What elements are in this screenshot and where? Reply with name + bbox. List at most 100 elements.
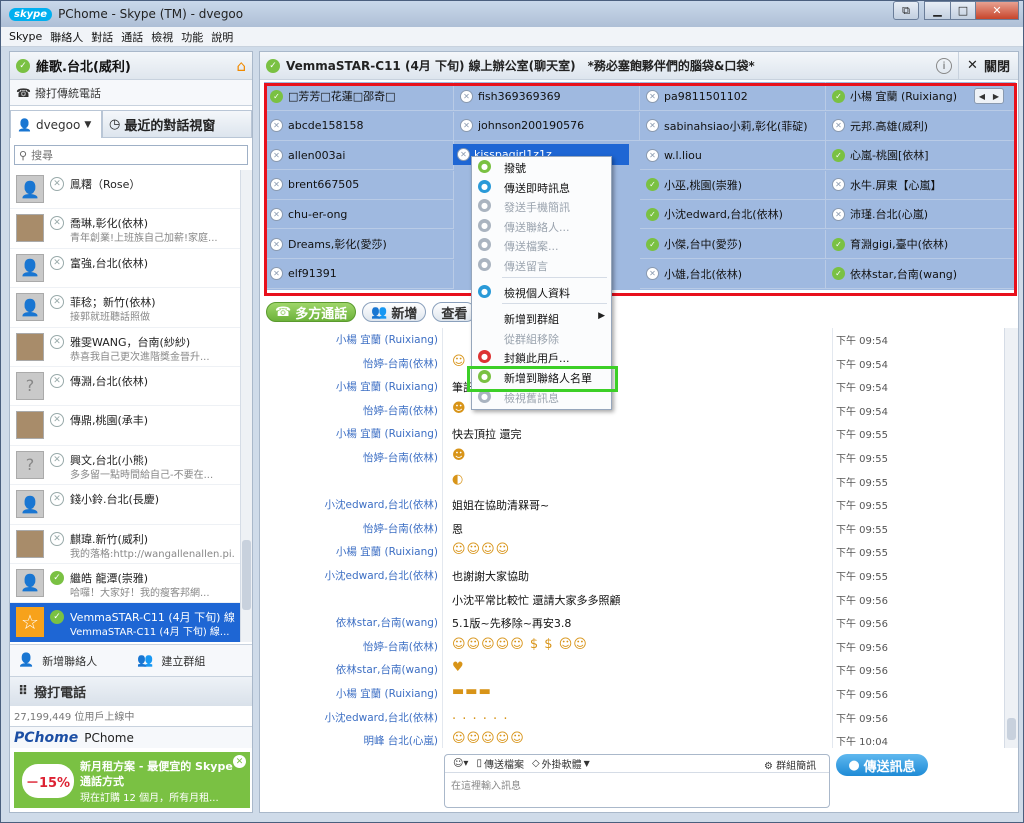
message-sender[interactable]: 小楊 宜蘭 (Ruixiang) — [336, 544, 438, 559]
send-file-button[interactable]: 傳送檔案 — [484, 756, 524, 771]
participant-item[interactable]: ✓ 小沈edward,台北(依林) — [640, 200, 826, 230]
menu-item[interactable]: 說明 — [211, 29, 233, 45]
emoticon-icon[interactable]: ☺▾ — [453, 758, 468, 769]
menu-item[interactable]: 對話 — [91, 29, 113, 45]
message-sender[interactable]: 怡婷-台南(依林) — [363, 356, 438, 371]
close-icon[interactable]: ✕ — [233, 755, 246, 768]
participant-item[interactable]: ✕ w.l.liou — [640, 141, 826, 171]
search-input[interactable] — [31, 148, 232, 162]
contact-item[interactable]: 👤 ✕ 鳯糬（Rose） — [10, 170, 240, 210]
chat-title[interactable]: VemmaSTAR-C11 (4月 下旬) 線上辦公室(聊天室) *務必塞飽夥伴… — [286, 57, 755, 74]
participant-item[interactable]: ✕ brent667505 — [264, 170, 454, 200]
contact-item[interactable]: 👤 ✕ 錢小鈴.台北(長慶) — [10, 485, 240, 525]
participant-item[interactable]: ✕ johnson200190576 — [454, 111, 640, 141]
tab-contacts[interactable]: 👤 dvegoo ▼ — [10, 110, 102, 138]
view-button[interactable]: 查看 — [432, 302, 477, 322]
menu-item[interactable]: Skype — [9, 30, 42, 43]
maximize-button[interactable]: □ — [950, 1, 976, 20]
participant-item[interactable]: ✓ □芳芳□花蓮□邵奇□ — [264, 82, 454, 111]
message-list[interactable]: 小楊 宜蘭 (Ruixiang) 下午 09:54 怡婷-台南(依林) ☺ 下午 09:… — [260, 328, 1002, 748]
participant-pager[interactable]: ◀ ▶ — [974, 88, 1004, 104]
participant-item[interactable]: ✓ 小巫,桃園(崇雅) — [640, 170, 826, 200]
contact-item[interactable]: 👤 ✕ 富強,台北(依林) — [10, 249, 240, 289]
context-menu-item[interactable]: ● 發送手機簡訊 — [472, 196, 611, 216]
home-icon[interactable]: ⌂ — [236, 57, 246, 75]
contact-item[interactable]: ? ✕ 興文,台北(小熊) 多多留一點時間給自己-不要在... — [10, 446, 240, 486]
close-window-button[interactable]: ✕ — [975, 1, 1019, 20]
add-contact-button[interactable]: 新增聯絡人 — [42, 653, 97, 669]
status-row[interactable]: ✓ 維歌.台北(威利) ⌂ — [10, 52, 252, 80]
message-sender[interactable]: 小楊 宜蘭 (Ruixiang) — [336, 686, 438, 701]
make-call-row[interactable]: ⠿ 撥打電話 — [10, 676, 252, 706]
message-sender[interactable]: 小楊 宜蘭 (Ruixiang) — [336, 379, 438, 394]
contact-item[interactable]: 👤 ✓ 繼皓 龍潭(崇雅) 哈囉！大家好！我的瘦客邦網... — [10, 564, 240, 604]
contact-item[interactable]: ✕ 傳鼎,桃園(承丰) — [10, 406, 240, 446]
contact-item[interactable]: 👤 ✕ 菲稔；新竹(依林) 接郭就班聽話照做 — [10, 288, 240, 328]
participant-item[interactable]: ✕ 元邦.高雄(威利) — [826, 111, 1016, 141]
participant-item[interactable]: ✕ pa9811501102 — [640, 82, 826, 111]
context-menu-item[interactable]: ● 傳送即時訊息 — [472, 177, 611, 197]
message-sender[interactable]: 小沈edward,台北(依林) — [325, 497, 438, 512]
message-sender[interactable]: 小沈edward,台北(依林) — [325, 568, 438, 583]
participant-item[interactable]: ✕ 小雄,台北(依林) — [640, 259, 826, 289]
message-sender[interactable]: 怡婷-台南(依林) — [363, 450, 438, 465]
participant-item[interactable]: ✓ 依林star,台南(wang) — [826, 259, 1016, 289]
minimize-button[interactable]: ▁ — [924, 1, 951, 20]
plugin-icon[interactable]: ◇ — [532, 758, 540, 769]
message-sender[interactable]: 小楊 宜蘭 (Ruixiang) — [336, 332, 438, 347]
pchome-row[interactable]: PChome PChome — [10, 726, 252, 748]
participant-item[interactable]: ✕ fish369369369 — [454, 82, 640, 111]
menu-item[interactable]: 功能 — [181, 29, 203, 45]
call-landline-row[interactable]: ☎ 撥打傳統電話 — [10, 80, 252, 106]
message-sender[interactable]: 小沈edward,台北(依林) — [325, 710, 438, 725]
message-sender[interactable]: 明峰 台北(心嵐) — [363, 733, 438, 748]
context-menu-item[interactable]: ● 傳送聯絡人... — [472, 216, 611, 236]
context-menu-item[interactable]: 新增到群組 ▶ — [472, 308, 611, 328]
context-menu-item[interactable]: ● 新增到聯絡人名單 — [472, 367, 611, 387]
participant-item[interactable]: ✕ chu-er-ong — [264, 200, 454, 230]
create-group-button[interactable]: 建立群組 — [161, 653, 205, 669]
message-scrollbar[interactable] — [1004, 328, 1018, 748]
participant-item[interactable]: ✕ allen003ai — [264, 141, 454, 171]
contact-scrollbar[interactable] — [240, 170, 252, 642]
participant-item[interactable]: ✕ sabinahsiao小莉,彰化(菲碇) — [640, 111, 826, 141]
participant-item[interactable]: ✕ elf91391 — [264, 259, 454, 289]
menu-item[interactable]: 聯絡人 — [50, 29, 83, 45]
context-menu-item[interactable]: ● 撥號 — [472, 157, 611, 177]
search-box[interactable]: ⚲ — [14, 145, 248, 165]
menu-item[interactable]: 檢視 — [151, 29, 173, 45]
message-sender[interactable]: 依林star,台南(wang) — [336, 662, 438, 677]
message-sender[interactable]: 依林star,台南(wang) — [336, 615, 438, 630]
send-message-button[interactable]: ● 傳送訊息 — [836, 754, 928, 776]
online-status-icon[interactable]: ✓ — [16, 58, 30, 73]
add-participant-button[interactable]: 👥 新增 — [362, 302, 427, 322]
compact-view-icon[interactable]: ⧉ — [893, 1, 919, 20]
context-menu-item[interactable]: ● 檢視個人資料 — [472, 282, 611, 302]
context-menu-item[interactable]: ● 封鎖此用戶... — [472, 347, 611, 367]
contact-item[interactable]: ☆ ✓ VemmaSTAR-C11 (4月 下旬) 線... VemmaSTAR-C1… — [10, 603, 240, 642]
contact-item[interactable]: ? ✕ 傳淵,台北(依林) — [10, 367, 240, 407]
menu-item[interactable]: 通話 — [121, 29, 143, 45]
context-menu-item[interactable]: 從群組移除 — [472, 328, 611, 348]
participant-item[interactable]: ✓ 小傑,台中(愛莎) — [640, 230, 826, 259]
contact-list[interactable]: 👤 ✕ 鳯糬（Rose） ✕ 喬琳,彰化(依林) 青年創業!上班族自己加薪!家庭... 👤 ✕… — [10, 170, 240, 642]
participant-item[interactable]: ✓ 心嵐-桃園[依林] — [826, 141, 1016, 171]
participant-item[interactable]: ✕ abcde158158 — [264, 111, 454, 141]
context-menu-item[interactable]: ● 檢視舊訊息 — [472, 387, 611, 407]
contact-item[interactable]: ✕ 喬琳,彰化(依林) 青年創業!上班族自己加薪!家庭... — [10, 209, 240, 249]
context-menu-item[interactable]: ● 傳送檔案... — [472, 235, 611, 255]
participant-item[interactable]: ✕ Dreams,彰化(愛莎) — [264, 230, 454, 259]
send-file-icon[interactable]: ▯ — [476, 758, 482, 769]
close-chat-button[interactable]: ✕ 關閉 — [958, 52, 1018, 79]
promo-banner[interactable]: －15% 新月租方案 - 最便宜的 Skype 通話方式 現在訂購 12 個月，… — [14, 752, 250, 808]
group-profile-button[interactable]: ⚙ 群組簡訊 — [764, 757, 816, 772]
contact-item[interactable]: ✕ 雅雯WANG，台南(紗紗) 恭喜我自己更次進階獎金晉升... — [10, 328, 240, 367]
tab-recent[interactable]: ◷ 最近的對話視窗 — [102, 110, 252, 138]
message-sender[interactable]: 小楊 宜蘭 (Ruixiang) — [336, 426, 438, 441]
participant-item[interactable]: ✓ 育淵gigi,臺中(依林) — [826, 230, 1016, 259]
participant-item[interactable]: ✕ 沛瑾.台北(心嵐) — [826, 200, 1016, 230]
message-sender[interactable]: 怡婷-台南(依林) — [363, 403, 438, 418]
message-sender[interactable]: 怡婷-台南(依林) — [363, 639, 438, 654]
context-menu-item[interactable]: ● 傳送留言 — [472, 255, 611, 275]
info-icon[interactable]: i — [936, 58, 952, 74]
